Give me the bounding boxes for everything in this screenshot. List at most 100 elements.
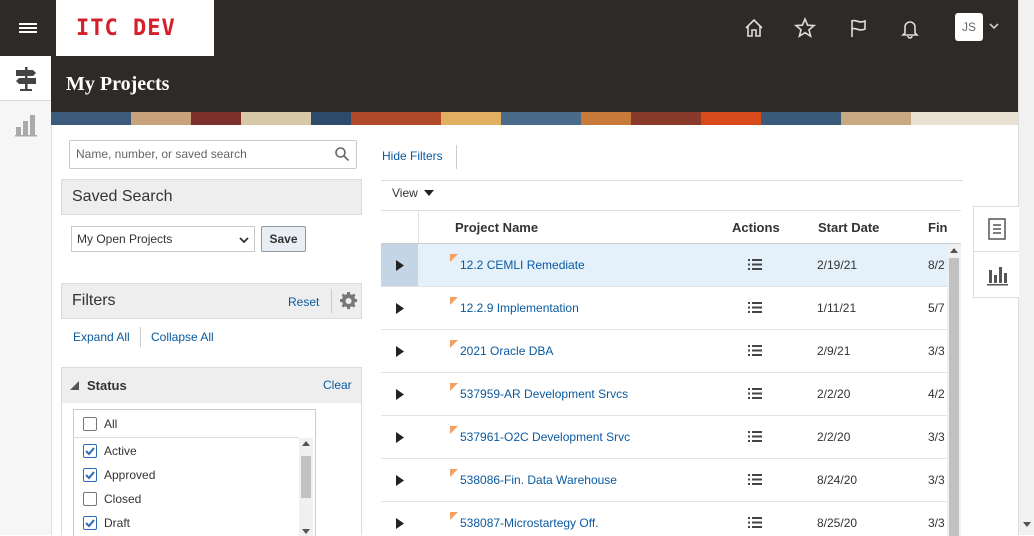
collapse-triangle-icon[interactable]	[70, 381, 80, 391]
actions-menu-icon[interactable]	[748, 517, 762, 528]
user-menu-button[interactable]	[988, 20, 1000, 35]
project-name-link[interactable]: 2021 Oracle DBA	[460, 344, 553, 358]
checkbox-checked[interactable]	[83, 468, 97, 482]
expand-row-button[interactable]	[381, 502, 418, 536]
start-date-cell: 2/2/20	[817, 387, 851, 401]
table-row[interactable]: 537959-AR Development Srvcs 2/2/20 4/2	[381, 373, 947, 416]
column-header-actions: Actions	[732, 220, 780, 235]
home-button[interactable]	[740, 14, 768, 42]
project-name-link[interactable]: 537961-O2C Development Srvc	[460, 430, 630, 444]
checkbox-checked[interactable]	[83, 516, 97, 530]
start-date-cell: 2/9/21	[817, 344, 851, 358]
rail-analytics-button[interactable]	[0, 102, 51, 146]
table-row[interactable]: 12.2.9 Implementation 1/11/21 5/7	[381, 287, 947, 330]
hide-filters-link[interactable]: Hide Filters	[382, 149, 443, 163]
rail-projects-button[interactable]	[0, 56, 51, 101]
gear-icon[interactable]	[340, 292, 358, 310]
scrollbar-thumb[interactable]	[949, 258, 959, 536]
logo[interactable]: ITC DEV	[56, 0, 214, 56]
scroll-down-icon	[302, 529, 310, 534]
scroll-up-icon	[950, 248, 958, 253]
table-row[interactable]: 537961-O2C Development Srvc 2/2/20 3/3	[381, 416, 947, 459]
expand-all-link[interactable]: Expand All	[73, 330, 130, 344]
status-option-approved[interactable]: Approved	[83, 465, 155, 485]
project-name-link[interactable]: 537959-AR Development Srvcs	[460, 387, 628, 401]
new-indicator-icon	[450, 426, 458, 434]
status-option-draft[interactable]: Draft	[83, 513, 130, 533]
status-list-scrollbar[interactable]	[299, 438, 313, 536]
reset-link[interactable]: Reset	[288, 295, 319, 309]
hamburger-icon	[19, 21, 37, 35]
view-menu[interactable]: View	[392, 186, 434, 200]
details-panel-button[interactable]	[974, 207, 1019, 252]
collapse-all-link[interactable]: Collapse All	[151, 330, 214, 344]
project-name-link[interactable]: 12.2.9 Implementation	[460, 301, 579, 315]
expand-row-button[interactable]	[381, 373, 418, 415]
triangle-right-icon	[395, 474, 404, 486]
status-option-active[interactable]: Active	[83, 441, 137, 461]
column-header-start-date[interactable]: Start Date	[818, 220, 879, 235]
checkbox[interactable]	[83, 492, 97, 506]
saved-search-heading: Saved Search	[72, 188, 173, 205]
actions-menu-icon[interactable]	[748, 302, 762, 313]
actions-menu-icon[interactable]	[748, 474, 762, 485]
start-date-cell: 8/24/20	[817, 473, 858, 487]
checkmark-icon	[85, 471, 95, 480]
logo-text: ITC DEV	[76, 15, 176, 41]
avatar[interactable]: JS	[955, 13, 983, 41]
status-filter-header[interactable]: Status Clear	[61, 367, 362, 405]
table-row[interactable]: 12.2 CEMLI Remediate 2/19/21 8/2	[381, 244, 947, 287]
search-input[interactable]	[70, 141, 332, 166]
triangle-right-icon	[395, 259, 404, 271]
column-header-finish-date[interactable]: Fin	[928, 220, 948, 235]
table-header: Project Name Actions Start Date Fin	[381, 211, 961, 244]
saved-search-select[interactable]: My Open Projects	[71, 226, 255, 252]
start-date-cell: 1/11/21	[817, 301, 857, 315]
status-option-closed[interactable]: Closed	[83, 489, 141, 509]
project-name-link[interactable]: 12.2 CEMLI Remediate	[460, 258, 585, 272]
status-option-all[interactable]: All	[83, 414, 117, 434]
actions-menu-icon[interactable]	[748, 431, 762, 442]
actions-menu-icon[interactable]	[748, 388, 762, 399]
status-clear-link[interactable]: Clear	[323, 378, 352, 392]
start-date-cell: 2/2/20	[817, 430, 851, 444]
analytics-panel-button[interactable]	[974, 252, 1019, 296]
side-panel-tabs	[973, 206, 1019, 298]
start-date-cell: 2/19/21	[817, 258, 858, 272]
notifications-button[interactable]	[896, 14, 924, 42]
divider	[381, 180, 963, 181]
scrollbar-thumb[interactable]	[301, 456, 311, 498]
signpost-icon	[15, 67, 36, 91]
table-row[interactable]: 538087-Microstartegy Off. 8/25/20 3/3	[381, 502, 947, 536]
finish-date-cell: 5/7	[928, 301, 945, 315]
table-row[interactable]: 2021 Oracle DBA 2/9/21 3/3	[381, 330, 947, 373]
search-icon[interactable]	[334, 146, 350, 162]
actions-menu-icon[interactable]	[748, 345, 762, 356]
document-icon	[987, 218, 1006, 240]
expand-row-button[interactable]	[381, 416, 418, 458]
column-header-project-name[interactable]: Project Name	[455, 220, 538, 235]
page-scrollbar[interactable]	[1018, 0, 1034, 535]
new-indicator-icon	[450, 469, 458, 477]
hamburger-menu-button[interactable]	[0, 0, 56, 56]
star-icon	[794, 17, 816, 38]
table-row[interactable]: 538086-Fin. Data Warehouse 8/24/20 3/3	[381, 459, 947, 502]
save-button[interactable]: Save	[261, 226, 306, 252]
project-name-link[interactable]: 538086-Fin. Data Warehouse	[460, 473, 617, 487]
expand-row-button[interactable]	[381, 244, 418, 286]
checkbox[interactable]	[83, 417, 97, 431]
watchlist-button[interactable]	[844, 14, 872, 42]
table-scrollbar[interactable]	[947, 244, 961, 536]
expand-row-button[interactable]	[381, 287, 418, 329]
favorites-button[interactable]	[791, 14, 819, 42]
project-name-link[interactable]: 538087-Microstartegy Off.	[460, 516, 599, 530]
checkbox-checked[interactable]	[83, 444, 97, 458]
status-options-list: All Active Approved Closed Draft	[73, 409, 316, 536]
triangle-right-icon	[395, 431, 404, 443]
actions-menu-icon[interactable]	[748, 259, 762, 270]
expand-row-button[interactable]	[381, 330, 418, 372]
avatar-initials: JS	[961, 20, 976, 34]
new-indicator-icon	[450, 512, 458, 520]
finish-date-cell: 4/2	[928, 387, 945, 401]
expand-row-button[interactable]	[381, 459, 418, 501]
